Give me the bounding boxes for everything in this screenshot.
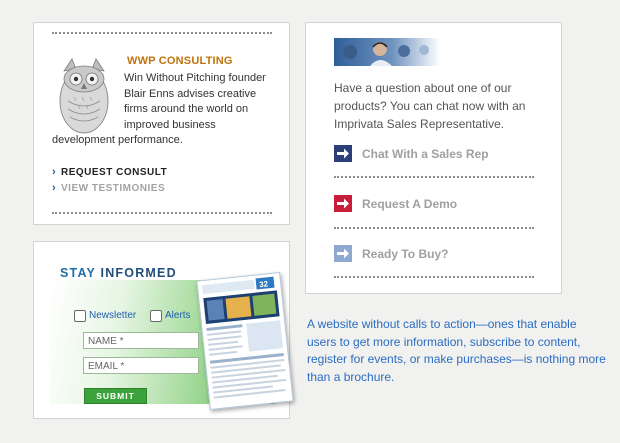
chevron-right-icon: › bbox=[52, 166, 57, 178]
divider bbox=[334, 176, 534, 178]
request-consult-label: REQUEST CONSULT bbox=[61, 167, 168, 178]
view-testimonies-label: VIEW TESTIMONIES bbox=[61, 183, 166, 194]
newsletter-preview-image: 32 bbox=[196, 271, 294, 411]
chat-with-sales-rep-label: Chat With a Sales Rep bbox=[362, 147, 489, 161]
title-word-stay: STAY bbox=[60, 266, 96, 280]
wwp-consulting-card: WWP CONSULTING Win Without Pitching foun… bbox=[33, 22, 290, 225]
divider bbox=[52, 212, 272, 214]
arrow-right-icon bbox=[334, 145, 352, 162]
wwp-description: Win Without Pitching founder Blair Enns … bbox=[52, 71, 272, 149]
view-testimonies-link[interactable]: › VIEW TESTIMONIES bbox=[52, 182, 165, 194]
sales-rep-photo bbox=[334, 38, 440, 66]
caption-text: A website without calls to action—ones t… bbox=[307, 317, 606, 384]
name-input[interactable]: NAME * bbox=[83, 332, 199, 349]
ready-to-buy-label: Ready To Buy? bbox=[362, 247, 449, 261]
request-demo-label: Request A Demo bbox=[362, 197, 458, 211]
wwp-heading: WWP CONSULTING bbox=[127, 55, 233, 67]
stay-informed-title: STAY INFORMED bbox=[60, 266, 177, 280]
chevron-right-icon: › bbox=[52, 182, 57, 194]
chat-intro-text: Have a question about one of our product… bbox=[334, 81, 526, 131]
arrow-right-icon bbox=[334, 245, 352, 262]
newsletter-badge: 32 bbox=[259, 279, 269, 289]
sales-chat-card: Have a question about one of our product… bbox=[305, 22, 562, 294]
divider bbox=[334, 276, 534, 278]
title-word-informed: INFORMED bbox=[100, 266, 177, 280]
alerts-label: Alerts bbox=[165, 310, 191, 321]
submit-button[interactable]: SUBMIT bbox=[84, 388, 147, 404]
request-consult-link[interactable]: › REQUEST CONSULT bbox=[52, 166, 167, 178]
email-input[interactable]: EMAIL * bbox=[83, 357, 199, 374]
newsletter-label: Newsletter bbox=[89, 310, 137, 321]
newsletter-checkbox[interactable] bbox=[74, 310, 86, 322]
newsletter-thumbnail-icon: 32 bbox=[197, 273, 293, 409]
arrow-right-icon bbox=[334, 195, 352, 212]
alerts-checkbox[interactable] bbox=[150, 310, 162, 322]
stay-informed-card: STAY INFORMED Newsletter Alerts NAME * E… bbox=[33, 241, 294, 419]
divider bbox=[52, 32, 272, 34]
divider bbox=[334, 227, 534, 229]
